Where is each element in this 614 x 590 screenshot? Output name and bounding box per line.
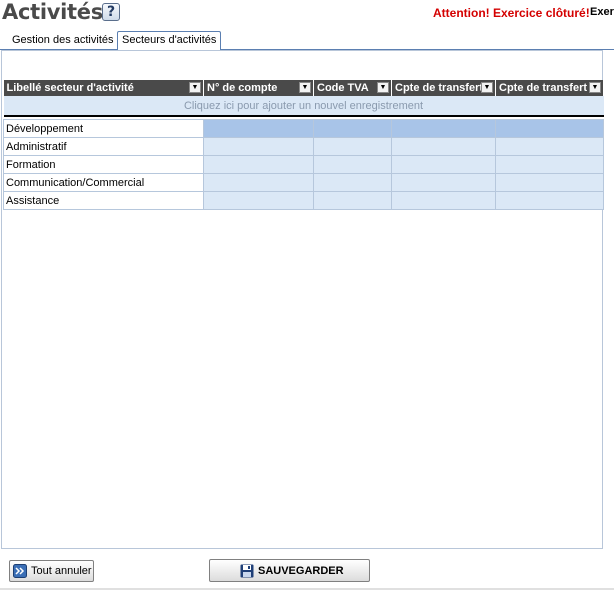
table-row[interactable]: Administratif [3, 137, 604, 156]
grid-header-row: Libellé secteur d'activité ▼ N° de compte… [3, 80, 604, 96]
table-row[interactable]: Assistance [3, 191, 604, 210]
column-header-tva[interactable]: Code TVA ▼ [313, 80, 392, 96]
cell-compte[interactable] [203, 137, 314, 156]
column-header-transfert-2[interactable]: Cpte de transfert ▼ [495, 80, 604, 96]
tab-gestion-activites[interactable]: Gestion des activités [8, 33, 118, 49]
add-record-cell[interactable]: Cliquez ici pour ajouter un nouvel enreg… [3, 96, 604, 117]
filter-dropdown-icon[interactable]: ▼ [589, 82, 601, 93]
cell-transfert-2[interactable] [495, 137, 604, 156]
cancel-icon [13, 564, 27, 578]
column-header-compte[interactable]: N° de compte ▼ [203, 80, 314, 96]
cell-transfert-2[interactable] [495, 119, 604, 138]
filter-dropdown-icon[interactable]: ▼ [299, 82, 311, 93]
cell-compte[interactable] [203, 155, 314, 174]
cell-transfert-2[interactable] [495, 173, 604, 192]
cell-transfert-1[interactable] [391, 137, 496, 156]
cell-transfert-1[interactable] [391, 155, 496, 174]
filter-dropdown-icon[interactable]: ▼ [189, 82, 201, 93]
column-header-libelle[interactable]: Libellé secteur d'activité ▼ [3, 80, 204, 96]
help-icon[interactable]: ? [102, 3, 120, 21]
cell-transfert-2[interactable] [495, 191, 604, 210]
table-row[interactable]: Développement [3, 119, 604, 138]
sectors-grid: Libellé secteur d'activité ▼ N° de compte… [3, 80, 604, 210]
cell-tva[interactable] [313, 155, 392, 174]
cell-tva[interactable] [313, 191, 392, 210]
cell-tva[interactable] [313, 173, 392, 192]
cell-libelle[interactable]: Assistance [3, 191, 204, 210]
exercise-label-truncated: Exer [590, 6, 614, 18]
cell-compte[interactable] [203, 191, 314, 210]
table-row[interactable]: Communication/Commercial [3, 173, 604, 192]
floppy-disk-icon [240, 564, 254, 578]
add-record-row[interactable]: Cliquez ici pour ajouter un nouvel enreg… [3, 96, 604, 117]
cell-compte[interactable] [203, 173, 314, 192]
table-row[interactable]: Formation [3, 155, 604, 174]
cancel-all-label: Tout annuler [31, 565, 92, 577]
cell-libelle[interactable]: Formation [3, 155, 204, 174]
cell-tva[interactable] [313, 119, 392, 138]
cancel-all-button[interactable]: Tout annuler [9, 560, 94, 582]
cell-libelle[interactable]: Administratif [3, 137, 204, 156]
filter-dropdown-icon[interactable]: ▼ [377, 82, 389, 93]
cell-compte[interactable] [203, 119, 314, 138]
page-title: Activités [2, 0, 103, 24]
column-header-transfert-1[interactable]: Cpte de transfert ▼ [391, 80, 496, 96]
cell-transfert-1[interactable] [391, 119, 496, 138]
tab-secteurs-activites[interactable]: Secteurs d'activités [117, 31, 222, 50]
cell-libelle[interactable]: Développement [3, 119, 204, 138]
filter-dropdown-icon[interactable]: ▼ [481, 82, 493, 93]
cell-transfert-1[interactable] [391, 191, 496, 210]
cell-libelle[interactable]: Communication/Commercial [3, 173, 204, 192]
closed-exercise-warning: Attention! Exercice clôturé! [433, 6, 590, 20]
cell-transfert-1[interactable] [391, 173, 496, 192]
save-button[interactable]: SAUVEGARDER [209, 559, 370, 582]
cell-tva[interactable] [313, 137, 392, 156]
cell-transfert-2[interactable] [495, 155, 604, 174]
save-label: SAUVEGARDER [258, 565, 344, 577]
